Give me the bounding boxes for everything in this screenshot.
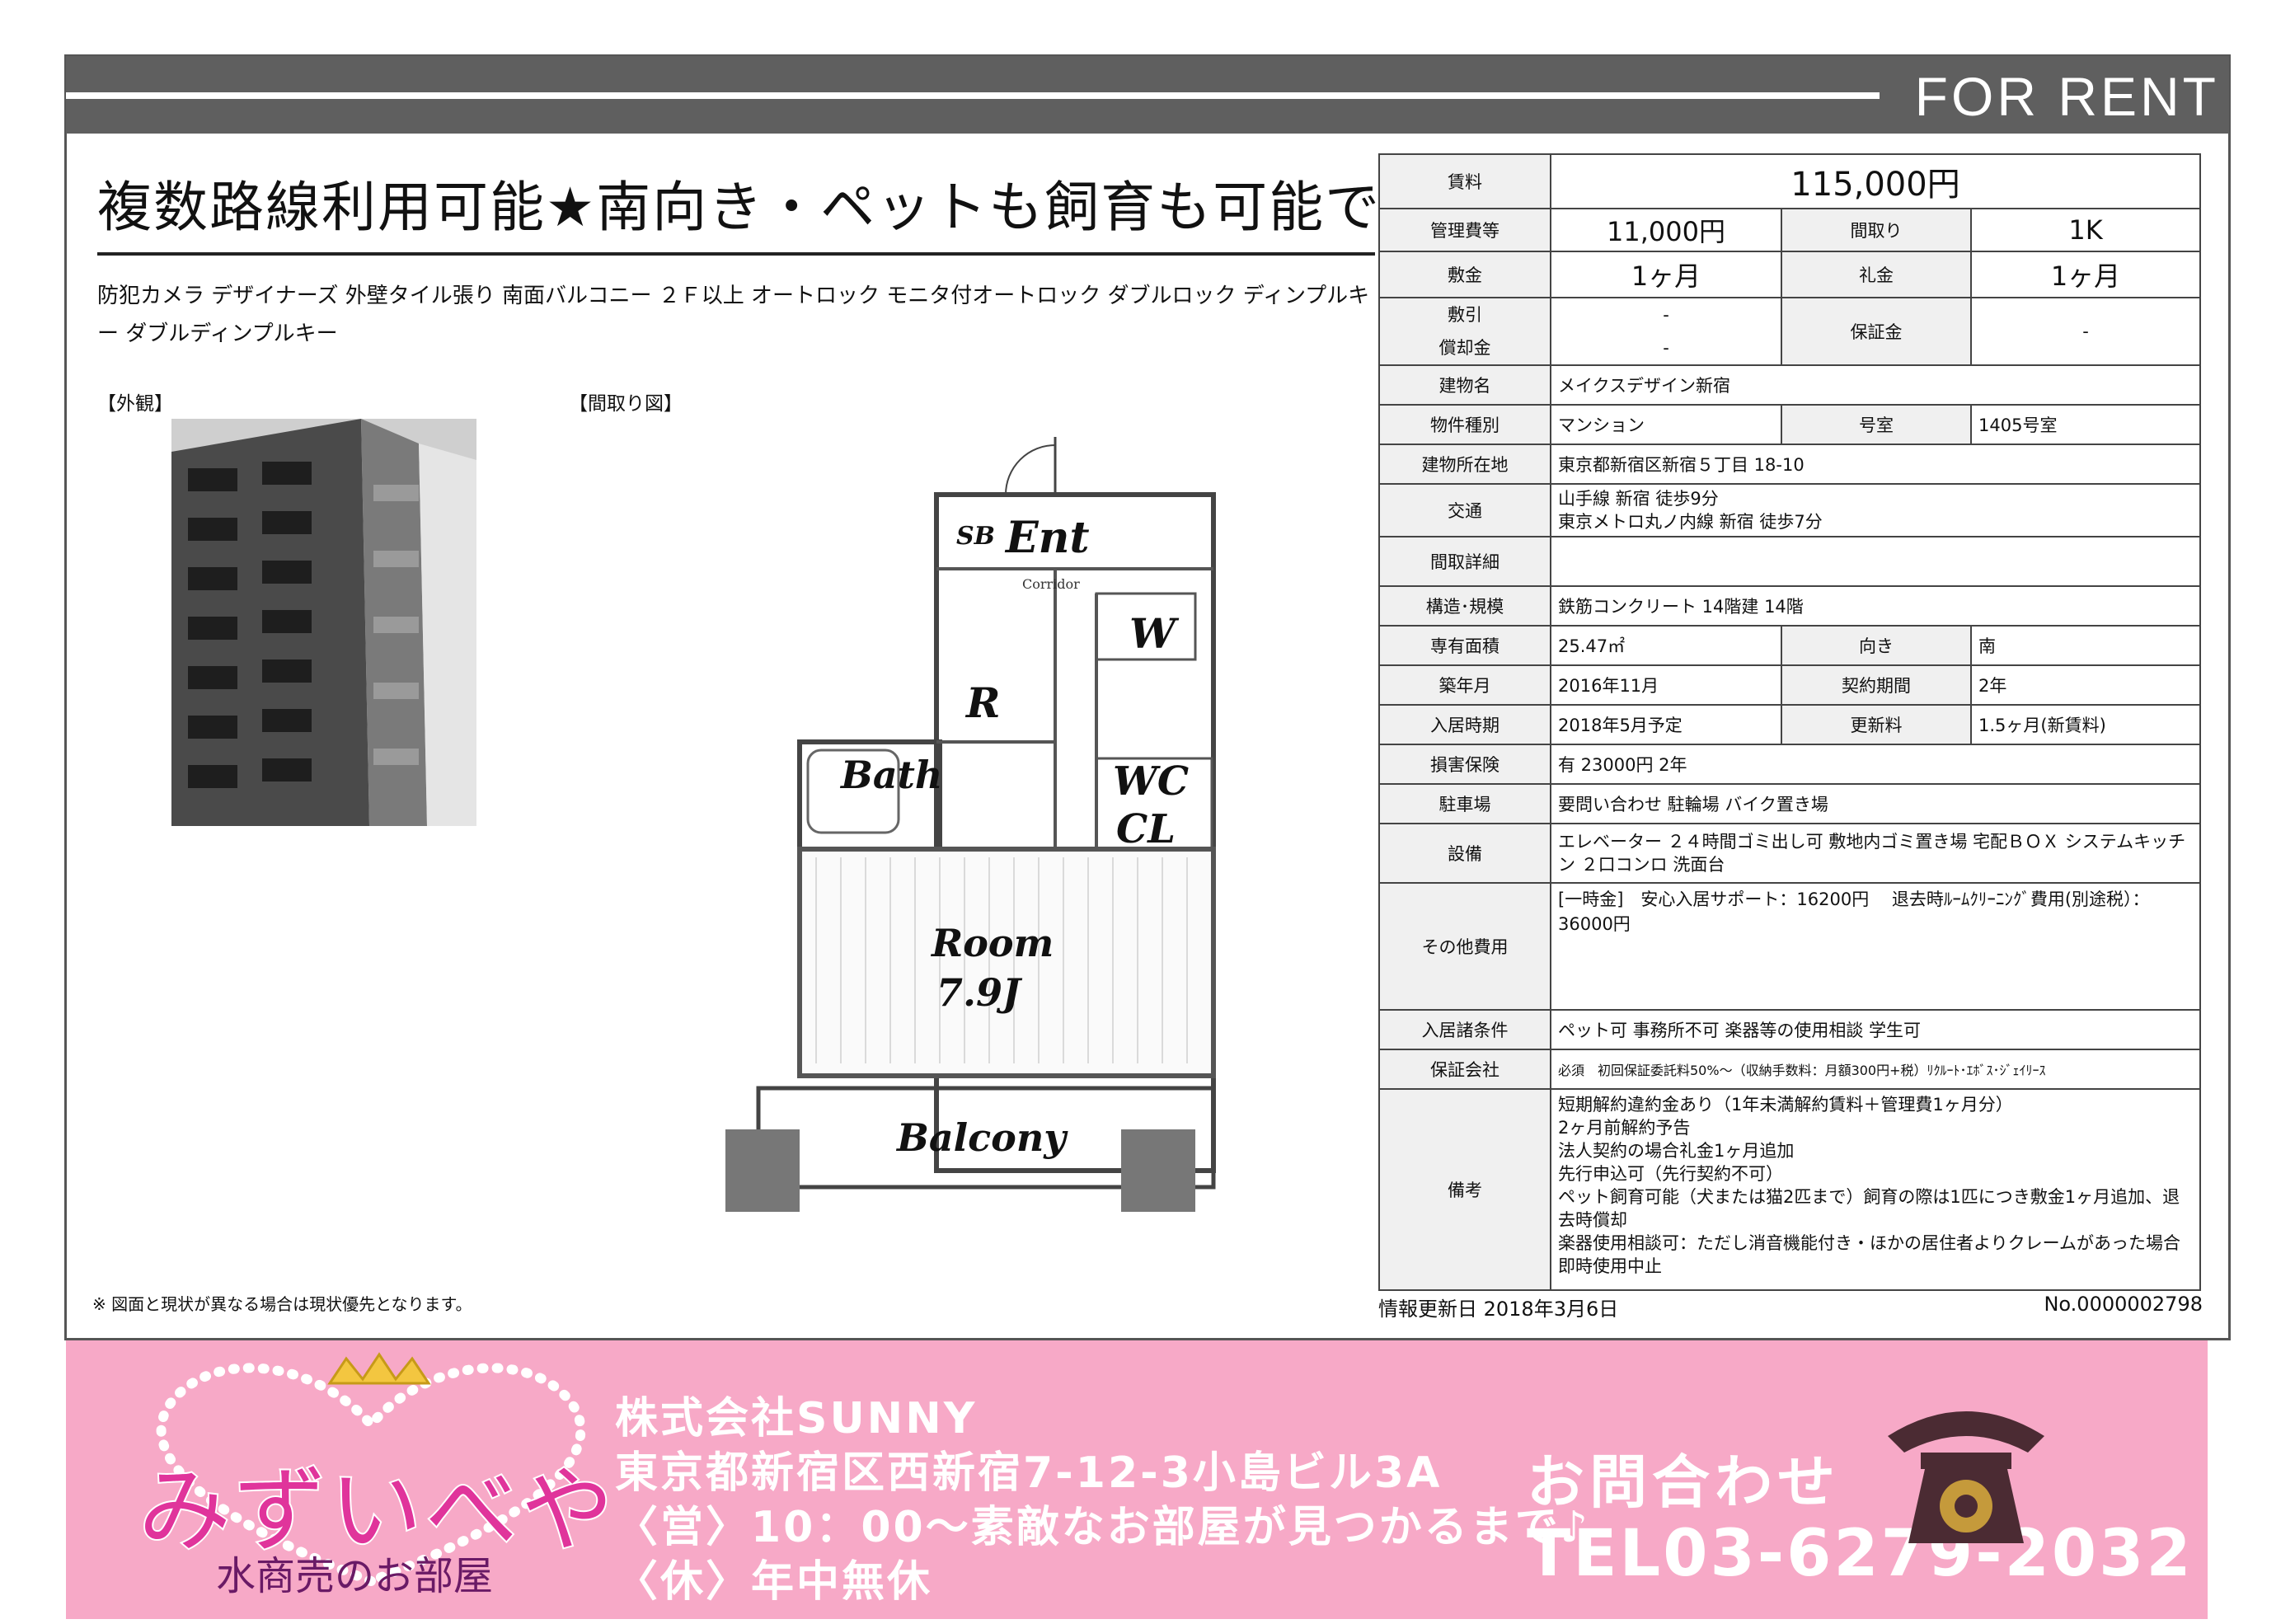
plan-label-room: Room xyxy=(930,921,1054,965)
deposit-label: 敷金 xyxy=(1378,251,1551,298)
rent-value: 115,000円 xyxy=(1549,153,2202,209)
transport-label: 交通 xyxy=(1378,483,1551,537)
header-stripe xyxy=(66,92,1880,99)
plan-label-bath: Bath xyxy=(839,753,942,797)
contact-label: お問合わせ xyxy=(1527,1448,1840,1516)
structure-label: 構造･規模 xyxy=(1378,585,1551,627)
insurance-label: 損害保険 xyxy=(1378,744,1551,785)
shokyaku-value: - xyxy=(1663,338,1669,358)
update-date: 情報更新日 2018年3月6日 xyxy=(1378,1298,1619,1321)
plan-label-w: W xyxy=(1129,609,1180,658)
plan-label-wc: WC xyxy=(1113,758,1189,805)
business-hours: 〈営〉10：00～素敵なお部屋が見つかるまで♪ xyxy=(615,1503,1590,1552)
remarks-item: 短期解約違約金あり（1年未満解約賃料＋管理費1ヶ月分） xyxy=(1558,1095,2013,1115)
plan-label-r: R xyxy=(964,678,1001,727)
plan-label-cl: CL xyxy=(1116,806,1176,852)
renewal-fee-value: 1.5ヶ月(新賃料) xyxy=(1969,704,2202,745)
conditions-label: 入居諸条件 xyxy=(1378,1009,1551,1050)
telephone-icon xyxy=(1888,1411,2044,1543)
area-value: 25.47㎡ xyxy=(1550,625,1782,666)
remarks-list: 短期解約違約金あり（1年未満解約賃料＋管理費1ヶ月分） 2ヶ月前解約予告 法人契… xyxy=(1549,1088,2202,1291)
headline-divider xyxy=(97,252,1375,256)
room-number-value: 1405号室 xyxy=(1969,404,2202,445)
plan-label-balcony: Balcony xyxy=(895,1115,1068,1160)
room-number-label: 号室 xyxy=(1781,404,1972,445)
exterior-photo xyxy=(171,419,476,826)
facilities-value: エレベーター ２４時間ゴミ出し可 敷地内ゴミ置き場 宅配ＢＯＸ システムキッチン… xyxy=(1549,823,2202,884)
layout-value: 1K xyxy=(1969,208,2202,252)
remarks-item: 2ヶ月前解約予告 xyxy=(1558,1118,1691,1138)
property-info-table: 賃料 115,000円 管理費等 11,000円 間取り 1K 敷金 1ヶ月 礼… xyxy=(1378,153,2202,1291)
company-address: 東京都新宿区西新宿7-12-3小島ビル3A xyxy=(615,1448,1443,1498)
built-date-value: 2016年11月 xyxy=(1550,664,1782,706)
document-number: No.0000002798 xyxy=(2044,1293,2203,1316)
floorplan-label: 【間取り図】 xyxy=(569,393,683,415)
remarks-label: 備考 xyxy=(1378,1088,1551,1291)
building-name-value: メイクスデザイン新宿 xyxy=(1549,364,2202,406)
remarks-item: 先行申込可（先行契約不可） xyxy=(1558,1164,1783,1184)
mgmt-fee-value: 11,000円 xyxy=(1550,208,1782,252)
layout-label: 間取り xyxy=(1781,208,1972,252)
area-label: 専有面積 xyxy=(1378,625,1551,666)
holiday-info: 〈休〉年中無休 xyxy=(615,1557,933,1607)
layout-detail-label: 間取詳細 xyxy=(1378,536,1551,587)
parking-value: 要問い合わせ 駐輪場 バイク置き場 xyxy=(1549,783,2202,824)
property-type-label: 物件種別 xyxy=(1378,404,1551,445)
company-info: 株式会社SUNNY 東京都新宿区西新宿7-12-3小島ビル3A 〈営〉10：00… xyxy=(615,1392,1590,1609)
guarantor-company-label: 保証会社 xyxy=(1378,1049,1551,1090)
address-label: 建物所在地 xyxy=(1378,444,1551,485)
plan-label-ent: Ent xyxy=(1004,513,1089,563)
structure-value: 鉄筋コンクリート 14階建 14階 xyxy=(1549,585,2202,627)
direction-label: 向き xyxy=(1781,625,1972,666)
mgmt-fee-label: 管理費等 xyxy=(1378,208,1551,252)
move-in-value: 2018年5月予定 xyxy=(1550,704,1782,745)
deposit-value: 1ヶ月 xyxy=(1550,251,1782,298)
company-name: 株式会社SUNNY xyxy=(615,1394,978,1443)
remarks-item: ペット飼育可能（犬または猫2匹まで）飼育の際は1匹につき敷金1ヶ月追加、退去時償… xyxy=(1558,1187,2180,1230)
other-costs-label: その他費用 xyxy=(1378,882,1551,1011)
key-money-label: 礼金 xyxy=(1781,251,1972,298)
key-money-value: 1ヶ月 xyxy=(1969,251,2202,298)
remarks-item: 楽器使用相談可：ただし消音機能付き・ほかの居住者よりクレームがあった場合即時使用… xyxy=(1558,1233,2180,1276)
facilities-label: 設備 xyxy=(1378,823,1551,884)
company-footer: みずいべや 水商売のお部屋 株式会社SUNNY 東京都新宿区西新宿7-12-3小… xyxy=(66,1340,2208,1619)
crown-icon xyxy=(327,1352,431,1385)
header-title: FOR RENT xyxy=(1914,66,2219,127)
rent-label: 賃料 xyxy=(1378,153,1551,209)
feature-list: 防犯カメラ デザイナーズ 外壁タイル張り 南面バルコニー ２Ｆ以上 オートロック… xyxy=(97,284,1370,346)
built-date-label: 築年月 xyxy=(1378,664,1551,706)
property-type-value: マンション xyxy=(1550,404,1782,445)
guarantee-deposit-value: - xyxy=(1969,297,2202,366)
shikibiki-value: - xyxy=(1663,305,1669,325)
contract-period-label: 契約期間 xyxy=(1781,664,1972,706)
floor-plan: SB Ent Corridor W R Bath WC CL Room 7.9J… xyxy=(709,412,1253,1245)
brand-subtitle: 水商売のお部屋 xyxy=(216,1553,494,1599)
plan-label-sb: SB xyxy=(956,522,995,551)
phone-number[interactable]: TEL03-6279-2032 xyxy=(1527,1517,2194,1591)
plan-label-corridor: Corridor xyxy=(1022,576,1080,592)
listing-headline: 複数路線利用可能★南向き・ペットも飼育も可能で xyxy=(97,176,1382,239)
transport-line-1: 山手線 新宿 徒歩9分 xyxy=(1558,489,1719,509)
move-in-label: 入居時期 xyxy=(1378,704,1551,745)
transport-line-2: 東京メトロ丸ノ内線 新宿 徒歩7分 xyxy=(1558,512,1823,532)
guarantor-company-value: 必須 初回保証委託料50%～（収納手数料：月額300円+税）ﾘｸﾙｰﾄ･ｴﾎﾞｽ… xyxy=(1549,1049,2202,1090)
address-value: 東京都新宿区新宿５丁目 18-10 xyxy=(1549,444,2202,485)
insurance-value: 有 23000円 2年 xyxy=(1549,744,2202,785)
renewal-fee-label: 更新料 xyxy=(1781,704,1972,745)
shokyaku-label: 償却金 xyxy=(1438,338,1491,358)
other-costs-value: [一時金] 安心入居サポート：16200円 退去時ﾙｰﾑｸﾘｰﾆﾝｸﾞ費用(別途… xyxy=(1549,882,2202,1011)
conditions-value: ペット可 事務所不可 楽器等の使用相談 学生可 xyxy=(1549,1009,2202,1050)
contract-period-value: 2年 xyxy=(1969,664,2202,706)
building-name-label: 建物名 xyxy=(1378,364,1551,406)
parking-label: 駐車場 xyxy=(1378,783,1551,824)
guarantee-deposit-label: 保証金 xyxy=(1781,297,1972,366)
layout-detail-value xyxy=(1549,536,2202,587)
plan-label-room-size: 7.9J xyxy=(936,970,1023,1015)
direction-value: 南 xyxy=(1969,625,2202,666)
shikibiki-label: 敷引 xyxy=(1448,305,1482,325)
plan-notice: ※ 図面と現状が異なる場合は現状優先となります。 xyxy=(92,1294,472,1314)
exterior-label: 【外観】 xyxy=(97,393,173,415)
remarks-item: 法人契約の場合礼金1ヶ月追加 xyxy=(1558,1141,1795,1161)
